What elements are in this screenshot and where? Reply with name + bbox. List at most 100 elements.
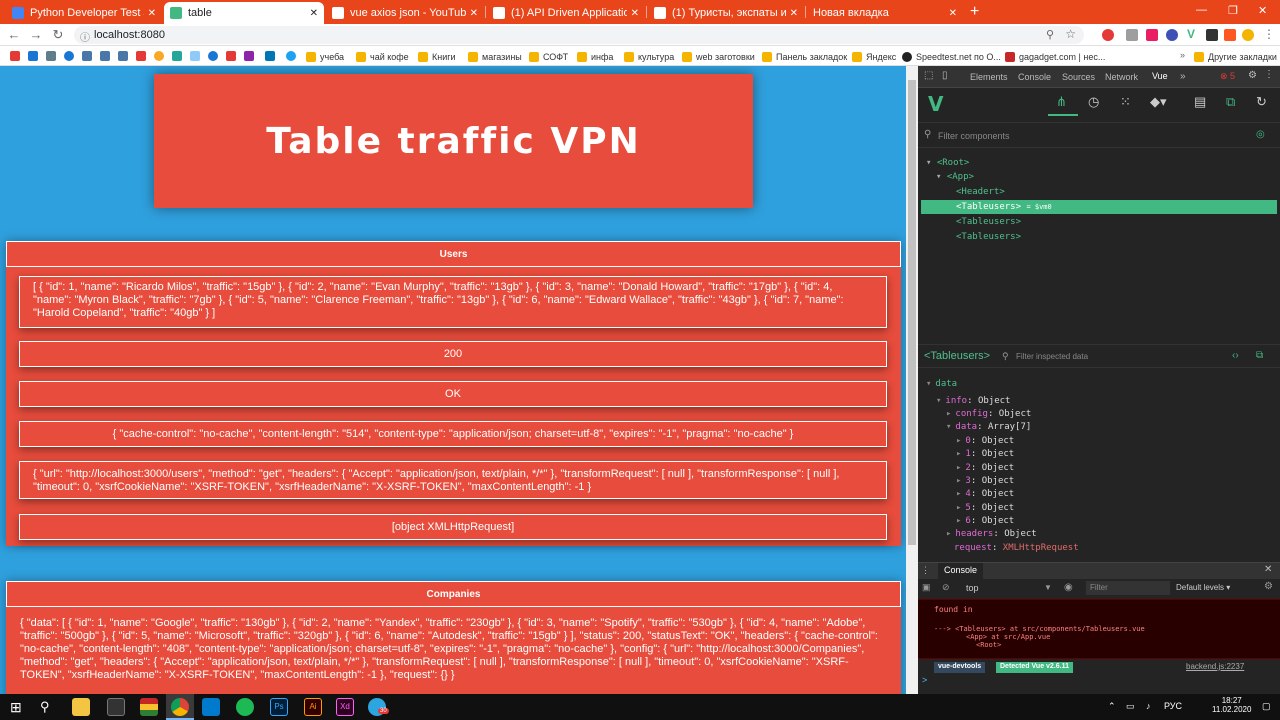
- close-icon[interactable]: ✕: [470, 8, 478, 19]
- close-icon[interactable]: ✕: [790, 8, 798, 19]
- menu-icon[interactable]: ⋮: [1263, 27, 1275, 41]
- performance-icon[interactable]: ▤: [1194, 94, 1206, 110]
- components-tab[interactable]: ⋔: [1048, 90, 1078, 116]
- close-window-button[interactable]: ✕: [1258, 4, 1267, 17]
- settings-icon[interactable]: ⚙: [1264, 581, 1273, 592]
- bookmark-link[interactable]: Speedtest.net по О...: [902, 50, 1001, 63]
- source-link[interactable]: backend.js:2237: [1186, 662, 1244, 671]
- prop-row[interactable]: ▸ 0: Object: [956, 435, 1014, 448]
- vuex-icon[interactable]: ⁙: [1120, 94, 1131, 110]
- star-icon[interactable]: ☆: [1065, 27, 1076, 41]
- prop-row[interactable]: ▸ 4: Object: [956, 488, 1014, 501]
- bookmark-folder[interactable]: магазины: [468, 50, 522, 63]
- bookmark-folder[interactable]: учеба: [306, 50, 344, 63]
- close-icon[interactable]: ✕: [310, 8, 318, 19]
- extension-icon[interactable]: [1206, 29, 1218, 41]
- spotify-icon[interactable]: [236, 698, 254, 716]
- prop-row[interactable]: request: XMLHttpRequest: [954, 542, 1079, 555]
- tree-root[interactable]: ▾ <Root>: [918, 156, 1280, 170]
- devtools-tab-console[interactable]: Console: [1018, 72, 1051, 82]
- avatar[interactable]: [1242, 29, 1254, 41]
- inspected-filter[interactable]: Filter inspected data: [1016, 352, 1088, 361]
- settings-icon[interactable]: ⚙: [1248, 70, 1257, 81]
- twitter-icon[interactable]: [286, 51, 296, 61]
- scrollbar-thumb[interactable]: [908, 80, 916, 545]
- settings-icon[interactable]: ⧉: [1226, 94, 1235, 110]
- events-icon[interactable]: ◆▾: [1150, 94, 1167, 110]
- devtools-tab-network[interactable]: Network: [1105, 72, 1138, 82]
- bookmark-icon[interactable]: [136, 51, 146, 61]
- devtools-tab-vue[interactable]: Vue: [1146, 69, 1174, 83]
- minimize-button[interactable]: —: [1196, 4, 1207, 16]
- extension-icon[interactable]: [1102, 29, 1114, 41]
- tab-api-driven[interactable]: (1) API Driven Application with V ✕: [487, 2, 645, 24]
- devtools-tab-sources[interactable]: Sources: [1062, 72, 1095, 82]
- chrome-taskbar-item[interactable]: [166, 694, 194, 720]
- component-filter[interactable]: ⚲ Filter components ◎: [918, 122, 1280, 148]
- bookmark-folder[interactable]: СОФТ: [529, 50, 568, 63]
- device-icon[interactable]: ▯: [942, 70, 948, 81]
- vk-icon[interactable]: [82, 51, 92, 61]
- vscode-icon[interactable]: [202, 698, 220, 716]
- sidebar-toggle-icon[interactable]: ▣: [922, 582, 931, 593]
- bookmark-icon[interactable]: [190, 51, 200, 61]
- code-icon[interactable]: ‹›: [1232, 350, 1239, 361]
- console-prompt[interactable]: >: [922, 675, 927, 685]
- windows-start-icon[interactable]: ⊞: [10, 699, 22, 715]
- prop-row[interactable]: ▸ config: Object: [946, 408, 1031, 421]
- error-badge[interactable]: ⊗ 5: [1220, 71, 1235, 82]
- back-button[interactable]: ←: [6, 27, 22, 43]
- tab-new[interactable]: Новая вкладка ✕: [807, 2, 963, 24]
- mail-icon[interactable]: [64, 51, 74, 61]
- open-in-editor-icon[interactable]: ⧉: [1256, 350, 1263, 361]
- data-section[interactable]: ▾ data: [926, 378, 957, 391]
- overflow-chevron-icon[interactable]: »: [1180, 50, 1185, 60]
- devtools-menu-icon[interactable]: ⋮: [1264, 69, 1274, 80]
- app-icon[interactable]: [140, 698, 158, 716]
- extension-icon[interactable]: [1166, 29, 1178, 41]
- forward-button[interactable]: →: [28, 27, 44, 43]
- console-filter-input[interactable]: Filter: [1086, 581, 1170, 595]
- search-icon[interactable]: ⚲: [40, 699, 50, 715]
- tab-youtube-axios[interactable]: vue axios json - YouTube ✕: [326, 2, 484, 24]
- select-component-icon[interactable]: ◎: [1256, 129, 1265, 140]
- context-select[interactable]: top: [966, 583, 979, 593]
- tree-tableusers-selected[interactable]: <Tableusers> = $vm0: [921, 200, 1277, 214]
- other-bookmarks[interactable]: Другие закладки: [1194, 50, 1277, 63]
- vue-devtools-icon[interactable]: V: [1187, 27, 1195, 41]
- zoom-icon[interactable]: ⚲: [1046, 28, 1054, 41]
- bookmark-folder[interactable]: Яндекс: [852, 50, 896, 63]
- tree-headert[interactable]: <Headert>: [918, 185, 1280, 199]
- close-icon[interactable]: ✕: [949, 8, 957, 19]
- extension-icon[interactable]: [1146, 29, 1158, 41]
- close-icon[interactable]: ✕: [631, 8, 639, 19]
- prop-row[interactable]: ▸ headers: Object: [946, 528, 1037, 541]
- new-tab-button[interactable]: +: [970, 2, 979, 22]
- prop-row[interactable]: ▸ 6: Object: [956, 515, 1014, 528]
- bookmark-icon[interactable]: [226, 51, 236, 61]
- eye-icon[interactable]: ◉: [1064, 582, 1073, 593]
- bookmark-icon[interactable]: [244, 51, 254, 61]
- bookmark-folder[interactable]: Книги: [418, 50, 456, 63]
- bookmark-icon[interactable]: [28, 51, 38, 61]
- bookmark-icon[interactable]: [172, 51, 182, 61]
- devtools-tab-elements[interactable]: Elements: [970, 72, 1008, 82]
- tab-tourists[interactable]: (1) Туристы, экспаты и крепостн ✕: [648, 2, 804, 24]
- bookmark-link[interactable]: gagadget.com | нес...: [1005, 50, 1105, 63]
- tree-app[interactable]: ▾ <App>: [918, 170, 1280, 184]
- terminal-icon[interactable]: [107, 698, 125, 716]
- xd-icon[interactable]: Xd: [336, 698, 354, 716]
- more-tabs-icon[interactable]: »: [1180, 71, 1186, 82]
- prop-row[interactable]: ▾ info: Object: [936, 395, 1010, 408]
- extension-icon[interactable]: [1126, 29, 1138, 41]
- youtube-icon[interactable]: [10, 51, 20, 61]
- history-icon[interactable]: ◷: [1088, 94, 1099, 110]
- refresh-icon[interactable]: ↻: [1256, 94, 1267, 110]
- tab-python-job[interactable]: Python Developer Test Job - Goo ✕: [6, 2, 162, 24]
- bookmark-folder[interactable]: чай кофе: [356, 50, 409, 63]
- language-indicator[interactable]: РУС: [1164, 701, 1182, 711]
- info-icon[interactable]: ⓘ: [80, 29, 90, 44]
- illustrator-icon[interactable]: Ai: [304, 698, 322, 716]
- prop-row[interactable]: ▸ 1: Object: [956, 448, 1014, 461]
- prop-row[interactable]: ▾ data: Array[7]: [946, 421, 1031, 434]
